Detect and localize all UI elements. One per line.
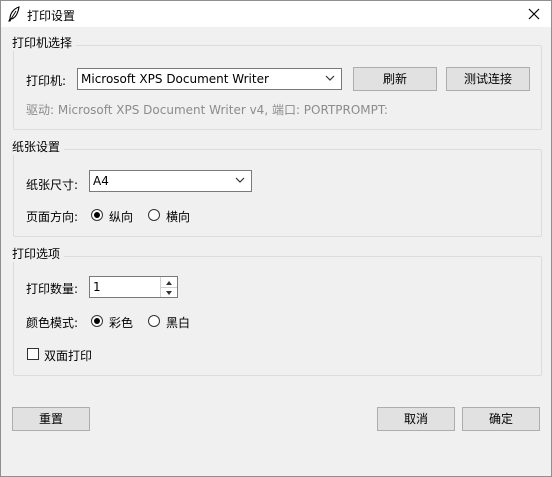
chevron-down-icon	[235, 177, 245, 183]
feather-icon	[8, 6, 20, 22]
paper-group: 纸张设置 纸张尺寸: A4 页面方向: 纵向 横向	[8, 138, 542, 237]
spin-down-button[interactable]	[161, 287, 177, 297]
close-icon	[528, 8, 540, 20]
copies-value: 1	[93, 280, 101, 294]
print-settings-dialog: 打印设置 打印机选择 打印机: Microsoft XPS Document W…	[0, 0, 552, 477]
print-options-title: 打印选项	[8, 245, 65, 262]
orientation-landscape-radio[interactable]	[148, 209, 160, 221]
paper-group-title: 纸张设置	[8, 138, 65, 155]
paper-size-value: A4	[93, 174, 109, 188]
color-mode-label: 颜色模式:	[26, 316, 79, 330]
print-options-group: 打印选项 打印数量: 1 颜色模式: 彩色 黑白 双面打印	[8, 245, 542, 376]
reset-button[interactable]: 重置	[12, 407, 90, 431]
orientation-portrait-label[interactable]: 纵向	[109, 208, 133, 225]
ok-button[interactable]: 确定	[462, 407, 540, 431]
copies-label: 打印数量:	[26, 282, 79, 296]
color-mode-bw-label[interactable]: 黑白	[166, 314, 190, 331]
printer-group-title: 打印机选择	[8, 34, 77, 51]
printer-group: 打印机选择 打印机: Microsoft XPS Document Writer…	[8, 34, 542, 130]
test-connection-button[interactable]: 测试连接	[446, 67, 530, 91]
orientation-portrait-radio[interactable]	[91, 209, 103, 221]
duplex-checkbox[interactable]	[27, 348, 39, 360]
color-mode-bw-radio[interactable]	[148, 315, 160, 327]
duplex-label[interactable]: 双面打印	[44, 347, 92, 364]
refresh-button[interactable]: 刷新	[353, 67, 437, 91]
color-mode-color-radio[interactable]	[91, 315, 103, 327]
chevron-down-icon	[325, 75, 335, 81]
driver-info: 驱动: Microsoft XPS Document Writer v4, 端口…	[26, 103, 388, 117]
copies-spinbox[interactable]: 1	[89, 276, 178, 298]
orientation-label: 页面方向:	[26, 210, 79, 224]
title-bar: 打印设置	[1, 1, 551, 27]
triangle-down-icon	[166, 291, 172, 295]
close-button[interactable]	[517, 1, 551, 27]
paper-size-label: 纸张尺寸:	[26, 178, 79, 192]
printer-select[interactable]: Microsoft XPS Document Writer	[77, 68, 342, 90]
copies-spin-arrows	[160, 277, 177, 297]
color-mode-color-label[interactable]: 彩色	[109, 314, 133, 331]
paper-size-select[interactable]: A4	[89, 170, 252, 192]
orientation-landscape-label[interactable]: 横向	[166, 208, 190, 225]
printer-select-value: Microsoft XPS Document Writer	[81, 72, 269, 86]
cancel-button[interactable]: 取消	[377, 407, 455, 431]
printer-label: 打印机:	[26, 74, 67, 88]
window-title: 打印设置	[27, 9, 76, 23]
